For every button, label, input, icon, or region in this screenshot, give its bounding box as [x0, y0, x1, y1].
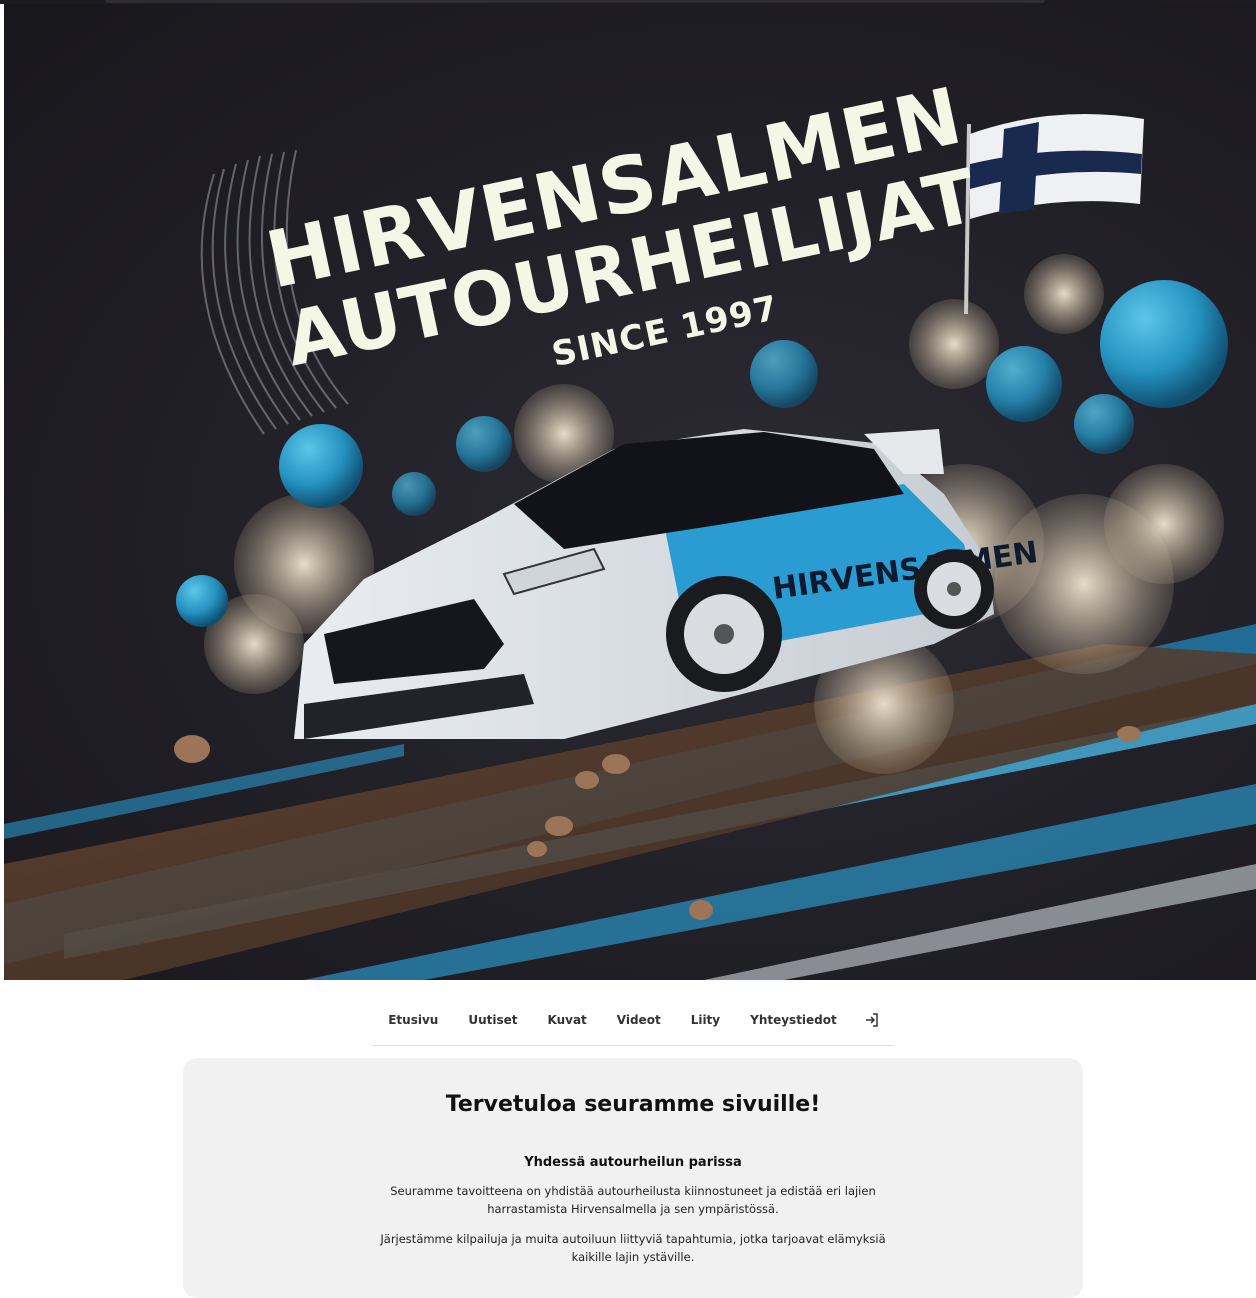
welcome-paragraph-2: Järjestämme kilpailuja ja muita autoiluu…: [380, 1232, 886, 1264]
welcome-subheading: Yhdessä autourheilun parissa: [524, 1155, 742, 1170]
welcome-heading: Tervetuloa seuramme sivuille!: [445, 1092, 821, 1117]
hero-banner: HIRVENSALMEN AUTOURHEILIJAT SINCE 1997 H…: [4, 4, 1256, 980]
nav-videot[interactable]: Videot: [602, 1013, 676, 1027]
main-navigation: Etusivu Uutiset Kuvat Videot Liity Yhtey…: [372, 995, 893, 1046]
nav-liity[interactable]: Liity: [676, 1013, 735, 1027]
nav-etusivu[interactable]: Etusivu: [373, 1013, 453, 1027]
login-button[interactable]: [852, 1012, 892, 1028]
welcome-card: Tervetuloa seuramme sivuille! Yhdessä au…: [183, 1058, 1083, 1298]
nav-yhteystiedot[interactable]: Yhteystiedot: [735, 1013, 852, 1027]
nav-uutiset[interactable]: Uutiset: [453, 1013, 532, 1027]
nav-kuvat[interactable]: Kuvat: [532, 1013, 601, 1027]
welcome-paragraph-1: Seuramme tavoitteena on yhdistää autourh…: [390, 1184, 876, 1216]
login-icon: [865, 1013, 878, 1027]
hero-illustration: HIRVENSALMEN AUTOURHEILIJAT SINCE 1997 H…: [4, 71, 1256, 980]
browser-tab-edge: [105, 0, 1045, 3]
hero-title: HIRVENSALMEN AUTOURHEILIJAT SINCE 1997: [259, 71, 984, 383]
